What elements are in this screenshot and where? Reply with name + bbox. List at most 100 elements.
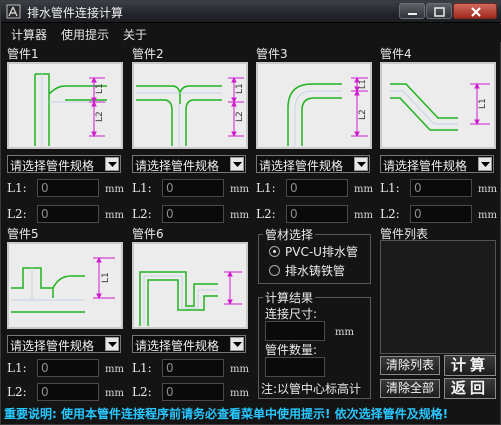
back-button[interactable]: 返回 — [444, 378, 496, 399]
pipe3-diagram: L1 L2 — [256, 62, 372, 149]
material-group-title: 管材选择 — [263, 226, 316, 243]
pipe-list[interactable] — [380, 240, 496, 354]
pipe6-l1-unit: mm — [230, 364, 249, 375]
pipe1-l2-value: 0 — [41, 207, 49, 221]
title-bar: 排水管件连接计算 — [1, 1, 501, 23]
pipe2-l1-value: 0 — [166, 181, 174, 195]
elbow-90-icon: L1 L2 — [287, 76, 368, 146]
result-group-title: 计算结果 — [263, 289, 316, 306]
pipe1-l1-unit: mm — [105, 184, 124, 195]
radio-cast-iron[interactable] — [269, 265, 280, 276]
svg-text:L1: L1 — [235, 83, 245, 94]
pipe6-l2-input[interactable]: 0 — [162, 383, 224, 401]
maximize-icon — [434, 7, 445, 17]
chevron-down-icon — [478, 157, 492, 171]
pipe1-l1-value: 0 — [41, 181, 49, 195]
minimize-icon — [408, 13, 417, 15]
pipe6-l2-unit: mm — [230, 388, 249, 399]
pipe6-l2-label: L2: — [132, 385, 152, 399]
pipe3-spec-select[interactable]: 请选择管件规格 — [256, 155, 370, 173]
minimize-button[interactable] — [399, 3, 425, 19]
menu-about[interactable]: 关于 — [123, 26, 147, 43]
close-button[interactable] — [453, 3, 497, 19]
pipe5-l2-input[interactable]: 0 — [37, 383, 99, 401]
pipe3-l1-input[interactable]: 0 — [286, 179, 348, 197]
maximize-button[interactable] — [426, 3, 452, 19]
pipe6-l1-value: 0 — [166, 361, 174, 375]
pipe4-spec-select[interactable]: 请选择管件规格 — [380, 155, 494, 173]
pipe2-l1-unit: mm — [230, 184, 249, 195]
menu-usage-tips[interactable]: 使用提示 — [61, 26, 109, 43]
pipe1-l2-input[interactable]: 0 — [37, 205, 99, 223]
pipe3-l1-value: 0 — [290, 181, 298, 195]
app-icon — [6, 4, 21, 19]
pipe5-l2-value: 0 — [41, 385, 49, 399]
pipe5-l1-unit: mm — [105, 364, 124, 375]
pipe5-l1-input[interactable]: 0 — [37, 359, 99, 377]
svg-text:L2: L2 — [95, 111, 105, 122]
radio-pvc-label[interactable]: PVC-U排水管 — [285, 243, 358, 260]
window-title: 排水管件连接计算 — [27, 6, 124, 20]
pipe2-spec-value: 请选择管件规格 — [135, 159, 220, 173]
pipe1-l2-label: L2: — [7, 207, 27, 221]
pipe3-spec-value: 请选择管件规格 — [259, 159, 344, 173]
pipe1-l1-input[interactable]: 0 — [37, 179, 99, 197]
result-size-label: 连接尺寸: — [265, 307, 318, 321]
clear-all-button[interactable]: 清除全部 — [380, 379, 440, 398]
svg-text:L1: L1 — [358, 79, 367, 89]
chevron-down-icon — [354, 157, 368, 171]
pipe5-spec-select[interactable]: 请选择管件规格 — [7, 335, 121, 353]
pipe2-l2-input[interactable]: 0 — [162, 205, 224, 223]
chevron-down-icon — [230, 157, 244, 171]
pipe3-l2-label: L2: — [256, 207, 276, 221]
pipe4-l2-unit: mm — [478, 210, 497, 221]
pipe2-l1-label: L1: — [132, 181, 152, 195]
pipe4-l2-input[interactable]: 0 — [410, 205, 472, 223]
pipe2-l2-unit: mm — [230, 210, 249, 221]
clear-list-button[interactable]: 清除列表 — [380, 356, 440, 375]
pipe3-l2-value: 0 — [290, 207, 298, 221]
close-icon — [471, 7, 481, 17]
pipe4-diagram: L1 — [380, 62, 496, 149]
result-count-label: 管件数量: — [265, 343, 318, 357]
pipe4-l1-input[interactable]: 0 — [410, 179, 472, 197]
pipe5-l1-label: L1: — [7, 361, 27, 375]
menu-calculator[interactable]: 计算器 — [11, 26, 47, 43]
radio-pvc[interactable] — [269, 246, 280, 257]
svg-text:L1: L1 — [478, 98, 488, 109]
pipe2-spec-select[interactable]: 请选择管件规格 — [132, 155, 246, 173]
result-size-field — [265, 321, 325, 341]
calculate-button[interactable]: 计算 — [444, 355, 496, 376]
radio-cast-iron-label[interactable]: 排水铸铁管 — [285, 262, 345, 279]
result-count-field — [265, 357, 325, 377]
pipe2-l1-input[interactable]: 0 — [162, 179, 224, 197]
pipe1-label: 管件1 — [7, 47, 39, 61]
tee-fitting-icon: L1 L2 — [136, 76, 245, 146]
svg-text:L2: L2 — [235, 111, 245, 122]
tee-fitting-icon: L1 L2 — [34, 73, 107, 146]
result-note: 注:以管中心标高计 — [261, 382, 362, 396]
pipe2-l2-value: 0 — [166, 207, 174, 221]
pipe4-label: 管件4 — [380, 47, 412, 61]
pipe4-l1-unit: mm — [478, 184, 497, 195]
pipe3-l2-input[interactable]: 0 — [286, 205, 348, 223]
p-trap-icon — [139, 270, 242, 326]
pipe5-l1-value: 0 — [41, 361, 49, 375]
svg-text:L1: L1 — [95, 83, 105, 94]
pipe6-l2-value: 0 — [166, 385, 174, 399]
pipe5-l2-unit: mm — [105, 388, 124, 399]
chevron-down-icon — [105, 157, 119, 171]
svg-text:L2: L2 — [358, 109, 368, 120]
pipe1-spec-value: 请选择管件规格 — [10, 159, 95, 173]
pipe1-l1-label: L1: — [7, 181, 27, 195]
pipe1-diagram: L1 L2 — [7, 62, 123, 149]
pipe5-l2-label: L2: — [7, 385, 27, 399]
pipe4-l1-value: 0 — [414, 181, 422, 195]
pipe2-l2-label: L2: — [132, 207, 152, 221]
pipe3-label: 管件3 — [256, 47, 288, 61]
pipe6-l1-input[interactable]: 0 — [162, 359, 224, 377]
pipe6-diagram — [132, 242, 248, 329]
pipe1-spec-select[interactable]: 请选择管件规格 — [7, 155, 121, 173]
chevron-down-icon — [105, 337, 119, 351]
pipe6-spec-select[interactable]: 请选择管件规格 — [132, 335, 246, 353]
